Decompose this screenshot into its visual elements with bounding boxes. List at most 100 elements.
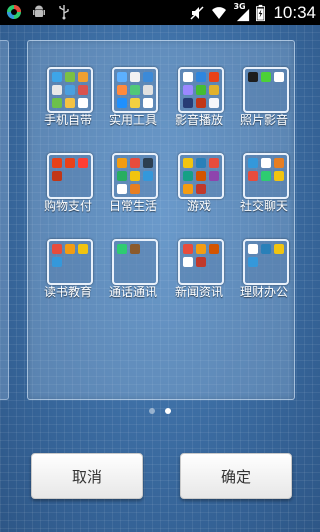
app-thumbnail-icon	[52, 244, 62, 254]
app-thumbnail-icon	[78, 158, 88, 168]
app-thumbnail-icon	[196, 85, 206, 95]
confirm-button[interactable]: 确定	[180, 453, 292, 499]
folder-label: 读书教育	[43, 285, 92, 299]
app-thumbnail-icon	[274, 244, 284, 254]
app-thumbnail-icon	[209, 98, 219, 108]
app-thumbnail-icon	[130, 171, 140, 181]
page-indicator	[0, 408, 320, 414]
app-thumbnail-icon	[209, 244, 219, 254]
app-thumbnail-icon	[209, 171, 219, 181]
app-thumbnail-icon	[65, 244, 75, 254]
app-thumbnail-icon	[196, 98, 206, 108]
app-thumbnail-icon	[65, 72, 75, 82]
folder-shopping-payment[interactable]: 购物支付	[35, 129, 101, 213]
app-thumbnail-icon	[78, 72, 88, 82]
app-thumbnail-icon	[183, 184, 193, 194]
app-thumbnail-icon	[248, 257, 258, 267]
folder-icon	[47, 67, 93, 113]
app-thumbnail-icon	[117, 244, 127, 254]
folder-label: 通话通讯	[108, 285, 157, 299]
app-thumbnail-icon	[261, 171, 271, 181]
folder-label: 实用工具	[108, 113, 157, 127]
app-thumbnail-icon	[117, 158, 127, 168]
folder-utilities[interactable]: 实用工具	[100, 43, 166, 127]
app-thumbnail-icon	[52, 85, 62, 95]
app-thumbnail-icon	[261, 244, 271, 254]
app-thumbnail-icon	[209, 85, 219, 95]
mute-icon	[190, 5, 204, 20]
system-icons: 3G 10:34	[189, 0, 316, 25]
folder-label: 影音播放	[174, 113, 223, 127]
folder-reading-education[interactable]: 读书教育	[35, 215, 101, 299]
folder-icon	[178, 67, 224, 113]
app-thumbnail-icon	[65, 158, 75, 168]
folder-communication[interactable]: 通话通讯	[100, 215, 166, 299]
wifi-icon	[212, 6, 227, 19]
app-thumbnail-icon	[183, 244, 193, 254]
app-thumbnail-icon	[261, 158, 271, 168]
folder-photo-video[interactable]: 照片影音	[231, 43, 297, 127]
folder-label: 理财办公	[239, 285, 288, 299]
folder-icon	[47, 239, 93, 285]
folder-finance-office[interactable]: 理财办公	[231, 215, 297, 299]
folder-icon	[243, 239, 289, 285]
folder-icon	[178, 153, 224, 199]
app-thumbnail-icon	[196, 184, 206, 194]
app-thumbnail-icon	[196, 244, 206, 254]
app-thumbnail-icon	[274, 72, 284, 82]
usb-icon	[59, 5, 69, 20]
page-dot[interactable]	[149, 408, 155, 414]
signal-icon: 3G	[233, 2, 251, 22]
app-thumbnail-icon	[183, 85, 193, 95]
app-thumbnail-icon	[143, 98, 153, 108]
app-thumbnail-icon	[248, 171, 258, 181]
folder-icon	[178, 239, 224, 285]
app-thumbnail-icon	[248, 72, 258, 82]
page-dot-active[interactable]	[165, 408, 171, 414]
folder-daily-life[interactable]: 日常生活	[100, 129, 166, 213]
battery-icon	[256, 4, 266, 21]
app-thumbnail-icon	[130, 85, 140, 95]
folder-icon	[243, 153, 289, 199]
android-debug-icon	[33, 5, 45, 17]
folder-panel: 手机自带 实用工具 影音播放 照片影音 购物支付 日常生活 游戏 社交聊天 读书…	[27, 40, 295, 400]
app-thumbnail-icon	[209, 158, 219, 168]
app-thumbnail-icon	[117, 184, 127, 194]
app-thumbnail-icon	[183, 257, 193, 267]
app-thumbnail-icon	[248, 158, 258, 168]
app-thumbnail-icon	[130, 158, 140, 168]
folder-icon	[112, 67, 158, 113]
app-thumbnail-icon	[117, 72, 127, 82]
folder-label: 照片影音	[239, 113, 288, 127]
app-thumbnail-icon	[52, 72, 62, 82]
app-thumbnail-icon	[196, 171, 206, 181]
folder-media-player[interactable]: 影音播放	[166, 43, 232, 127]
folder-label: 新闻资讯	[174, 285, 223, 299]
folder-label: 游戏	[186, 199, 211, 213]
app-thumbnail-icon	[52, 171, 62, 181]
cancel-button[interactable]: 取消	[31, 453, 143, 499]
app-thumbnail-icon	[65, 98, 75, 108]
app-thumbnail-icon	[196, 72, 206, 82]
folder-icon	[112, 153, 158, 199]
app-thumbnail-icon	[117, 171, 127, 181]
folder-phone-builtin[interactable]: 手机自带	[35, 43, 101, 127]
app-thumbnail-icon	[78, 85, 88, 95]
app-thumbnail-icon	[52, 98, 62, 108]
app-thumbnail-icon	[143, 72, 153, 82]
app-thumbnail-icon	[183, 171, 193, 181]
folder-news[interactable]: 新闻资讯	[166, 215, 232, 299]
app-thumbnail-icon	[130, 244, 140, 254]
app-thumbnail-icon	[248, 244, 258, 254]
app-thumbnail-icon	[143, 171, 153, 181]
notification-icons	[6, 4, 72, 20]
folder-games[interactable]: 游戏	[166, 129, 232, 213]
previous-page-edge[interactable]	[0, 40, 9, 400]
app-thumbnail-icon	[183, 158, 193, 168]
folder-social-chat[interactable]: 社交聊天	[231, 129, 297, 213]
app-icon	[7, 5, 21, 19]
folder-label: 日常生活	[108, 199, 157, 213]
app-thumbnail-icon	[209, 72, 219, 82]
folder-icon	[47, 153, 93, 199]
app-thumbnail-icon	[78, 244, 88, 254]
